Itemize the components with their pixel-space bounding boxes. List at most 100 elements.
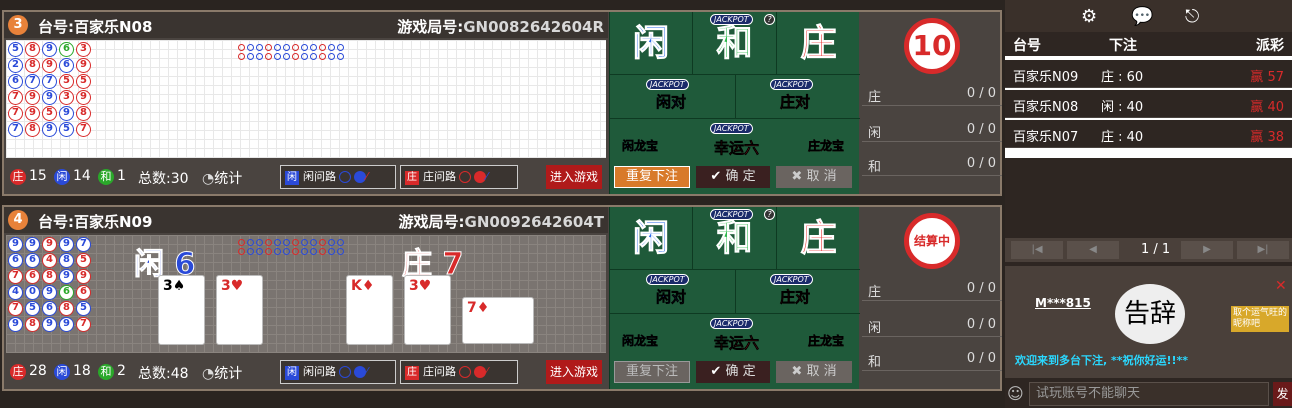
table-name: 台号:百家乐N08 xyxy=(38,18,153,36)
bead: 9 xyxy=(25,237,40,252)
cancel-button[interactable]: ✖ 取 消 xyxy=(776,166,852,188)
last-page-button[interactable]: ▶| xyxy=(1237,241,1289,259)
table-header: 3 台号:百家乐N08 游戏局号:GN0082642604R xyxy=(4,12,608,38)
bead: 5 xyxy=(76,74,91,89)
records-header: 台号 下注 派彩 xyxy=(1005,32,1292,56)
next-page-button[interactable]: ▶ xyxy=(1181,241,1233,259)
bet-player[interactable]: 闲 xyxy=(610,207,693,269)
confirm-button[interactable]: ✔ 确 定 xyxy=(696,361,770,383)
bead: 7 xyxy=(76,317,91,332)
ask-banker-road[interactable]: 庄庄问路 ⁄ xyxy=(400,360,518,384)
bead: 7 xyxy=(8,90,23,105)
jackpot-badge: JACKPOT xyxy=(710,123,753,134)
table-number-badge: 3 xyxy=(8,15,28,35)
game-id: 游戏局号:GN0082642604R xyxy=(397,18,604,36)
stats-link[interactable]: ◔统计 xyxy=(202,168,242,188)
bead-column: 989689 xyxy=(59,237,75,333)
help-icon[interactable]: ? xyxy=(764,209,775,220)
summary-player: 闲0 / 0 xyxy=(862,313,1002,337)
bead: 9 xyxy=(59,317,74,332)
player-card-2: 3♥ xyxy=(216,275,263,345)
prev-page-button[interactable]: ◀ xyxy=(1067,241,1119,259)
bead: 4 xyxy=(8,285,23,300)
bead: 6 xyxy=(8,253,23,268)
big-road-mark xyxy=(238,53,245,60)
big-road-mark xyxy=(292,44,299,51)
nickname-tip[interactable]: 取个运气旺的昵称吧 xyxy=(1231,306,1289,332)
bead-column: 526777 xyxy=(8,42,24,138)
big-road-mark xyxy=(274,44,281,51)
jackpot-badge: JACKPOT xyxy=(646,274,689,285)
help-icon[interactable]: ? xyxy=(764,14,775,25)
gear-icon[interactable]: ⚙ xyxy=(1081,6,1097,27)
ask-banker-road[interactable]: 庄庄问路 ⁄ xyxy=(400,165,518,189)
chat-input[interactable]: 试玩账号不能聊天 xyxy=(1029,382,1269,406)
bead-column: 887998 xyxy=(25,42,41,138)
record-row: 百家乐N09 庄 : 60 赢 57 xyxy=(1005,60,1292,88)
enter-game-button[interactable]: 进入游戏 xyxy=(546,360,602,384)
bead: 7 xyxy=(8,269,23,284)
close-icon[interactable]: ✕ xyxy=(1275,278,1287,294)
chat-username[interactable]: M***815 xyxy=(1035,296,1091,310)
big-road-mark xyxy=(328,53,335,60)
bet-banker-dragon[interactable]: 庄龙宝 xyxy=(808,332,845,349)
bet-summary: 结算中 庄0 / 0 闲0 / 0 和0 / 0 xyxy=(862,207,1002,389)
bet-banker-pair[interactable]: 庄对 xyxy=(780,91,811,112)
right-panel: ⚙ 💬 ⎋ 台号 下注 派彩 百家乐N09 庄 : 60 赢 57 百家乐N08… xyxy=(1005,0,1292,408)
cancel-button[interactable]: ✖ 取 消 xyxy=(776,361,852,383)
bead: 6 xyxy=(42,301,57,316)
repeat-bet-button[interactable]: 重复下注 xyxy=(614,166,690,188)
summary-tie: 和0 / 0 xyxy=(862,347,1002,371)
bet-player[interactable]: 闲 xyxy=(610,12,693,74)
pie-icon: ◔ xyxy=(202,366,215,382)
summary-tie: 和0 / 0 xyxy=(862,152,1002,176)
record-row: 百家乐N08 闲 : 40 赢 40 xyxy=(1005,90,1292,118)
bet-board: 闲 和 庄 JACKPOT ? JACKPOT 闲对 JACKPOT 庄对 闲龙… xyxy=(609,12,860,194)
bet-player-dragon[interactable]: 闲龙宝 xyxy=(622,137,659,154)
bead: 4 xyxy=(42,253,57,268)
bead: 8 xyxy=(42,269,57,284)
banker-card-2: 3♥ xyxy=(404,275,451,345)
pie-icon: ◔ xyxy=(202,171,215,187)
big-road-mark xyxy=(328,44,335,51)
bet-banker[interactable]: 庄 xyxy=(777,207,860,269)
bet-player-dragon[interactable]: 闲龙宝 xyxy=(622,332,659,349)
bead: 9 xyxy=(42,237,57,252)
ask-player-road[interactable]: 闲闲问路 ⁄ xyxy=(280,165,396,189)
bet-player-pair[interactable]: 闲对 xyxy=(656,91,687,112)
bead: 9 xyxy=(59,106,74,121)
bead: 6 xyxy=(59,285,74,300)
bead: 6 xyxy=(8,74,23,89)
bet-player-pair[interactable]: 闲对 xyxy=(656,286,687,307)
bet-banker-pair[interactable]: 庄对 xyxy=(780,286,811,307)
exit-icon[interactable]: ⎋ xyxy=(1185,6,1199,27)
settling-badge: 结算中 xyxy=(904,213,960,269)
repeat-bet-button[interactable]: 重复下注 xyxy=(614,361,690,383)
bead: 5 xyxy=(76,253,91,268)
bet-lucky-six[interactable]: 幸运六 xyxy=(714,137,760,158)
enter-game-button[interactable]: 进入游戏 xyxy=(546,165,602,189)
bead: 3 xyxy=(76,42,91,57)
stats-link[interactable]: ◔统计 xyxy=(202,363,242,383)
bet-banker-dragon[interactable]: 庄龙宝 xyxy=(808,137,845,154)
send-button[interactable]: 发 xyxy=(1273,382,1292,406)
bead: 9 xyxy=(25,90,40,105)
bead: 6 xyxy=(59,42,74,57)
ask-player-road[interactable]: 闲闲问路 ⁄ xyxy=(280,360,396,384)
table-header: 4 台号:百家乐N09 游戏局号:GN0092642604T xyxy=(4,207,608,233)
bet-banker[interactable]: 庄 xyxy=(777,12,860,74)
emoji-icon[interactable]: ☺ xyxy=(1007,384,1024,403)
bet-lucky-six[interactable]: 幸运六 xyxy=(714,332,760,353)
bead: 7 xyxy=(42,74,57,89)
chat-icon[interactable]: 💬 xyxy=(1131,6,1153,27)
summary-player: 闲0 / 0 xyxy=(862,118,1002,142)
bead-column: 967479 xyxy=(8,237,24,333)
confirm-button[interactable]: ✔ 确 定 xyxy=(696,166,770,188)
big-road-mark xyxy=(301,44,308,51)
bead: 9 xyxy=(8,317,23,332)
first-page-button[interactable]: |◀ xyxy=(1011,241,1063,259)
bead-column: 759657 xyxy=(76,237,92,333)
bead: 9 xyxy=(42,317,57,332)
bead: 9 xyxy=(8,237,23,252)
big-road-mark xyxy=(274,53,281,60)
